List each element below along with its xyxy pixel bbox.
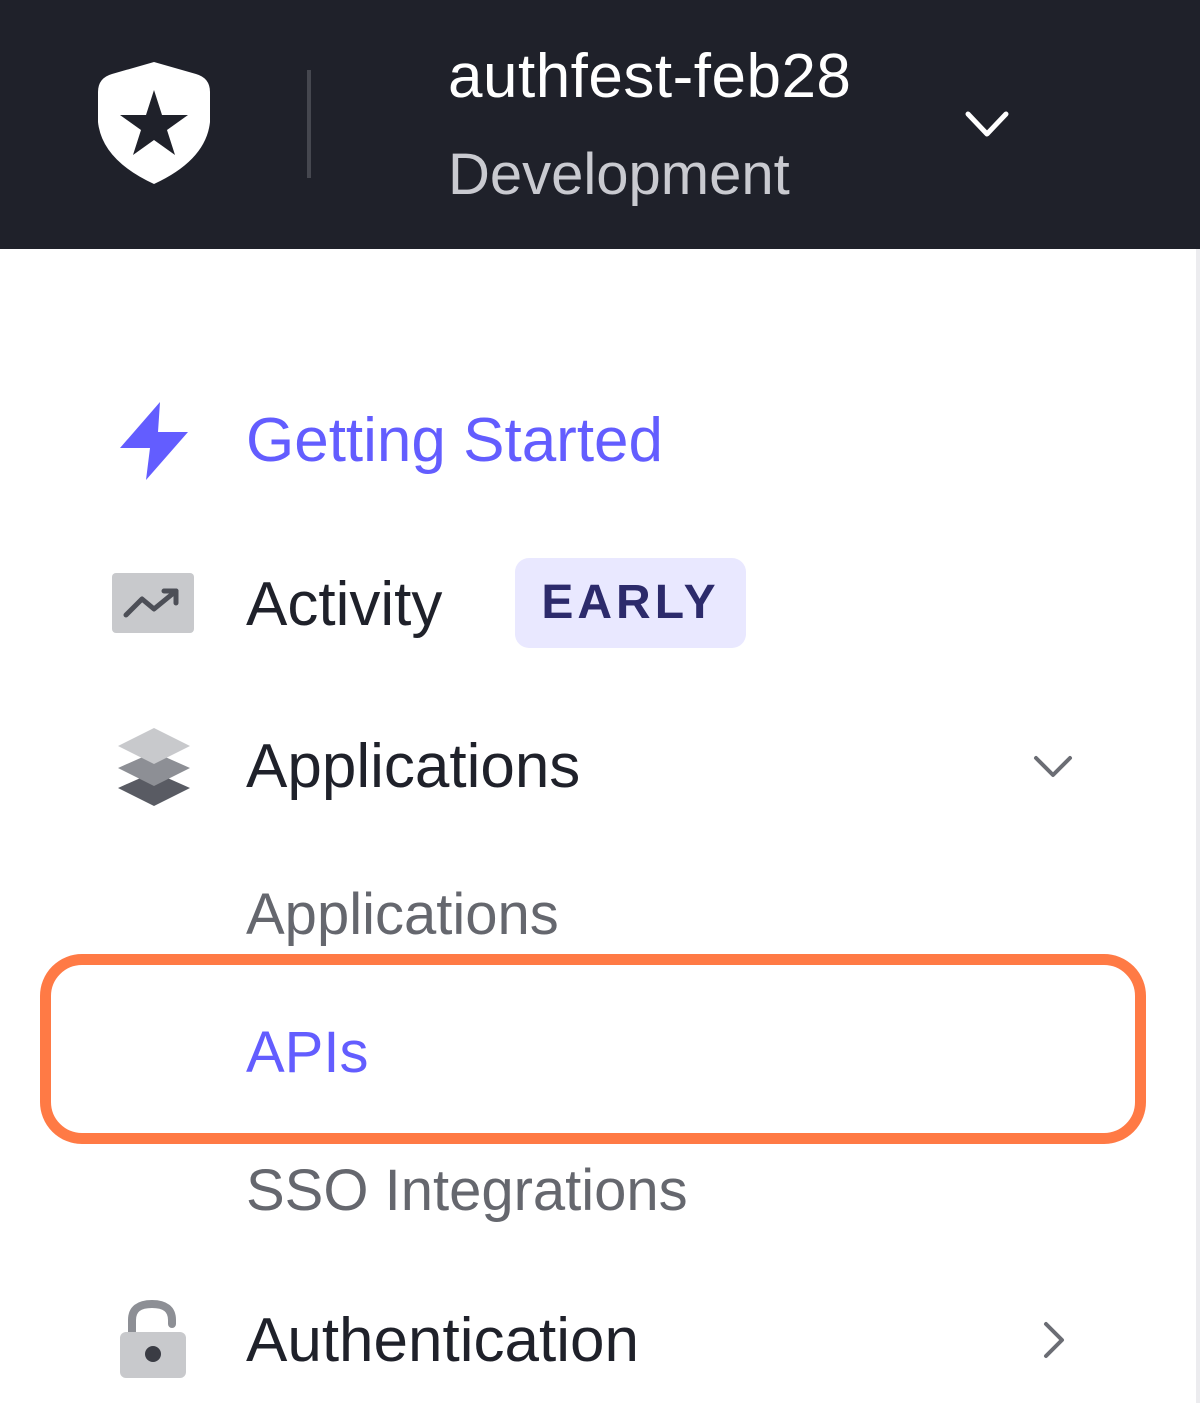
sidebar-item-label: Authentication [246, 1306, 639, 1375]
layers-stack-icon [118, 728, 190, 806]
lightning-bolt-icon [120, 402, 188, 480]
tenant-header: authfest-feb28 Development [0, 0, 1200, 249]
sidebar-subitem-applications[interactable]: Applications [246, 880, 559, 950]
trending-chart-icon [112, 573, 194, 633]
unlock-icon [120, 1300, 186, 1378]
chevron-down-icon[interactable] [962, 104, 1012, 144]
tenant-environment[interactable]: Development [448, 140, 790, 210]
chevron-down-icon[interactable] [1030, 748, 1076, 784]
chevron-right-icon[interactable] [1036, 1318, 1070, 1362]
header-divider [307, 70, 311, 178]
early-badge: EARLY [515, 558, 746, 648]
sidebar-item-label: Applications [246, 732, 581, 801]
tenant-name[interactable]: authfest-feb28 [448, 40, 851, 114]
sidebar-subitem-sso-integrations[interactable]: SSO Integrations [246, 1156, 688, 1226]
sidebar-border [1196, 249, 1200, 1403]
auth0-logo-icon[interactable] [96, 60, 212, 186]
sidebar-item-label: Getting Started [246, 406, 664, 475]
sidebar-subitem-apis[interactable]: APIs [246, 1018, 369, 1088]
highlight-outline [40, 954, 1146, 1144]
sidebar-item-label: Activity [246, 570, 443, 639]
